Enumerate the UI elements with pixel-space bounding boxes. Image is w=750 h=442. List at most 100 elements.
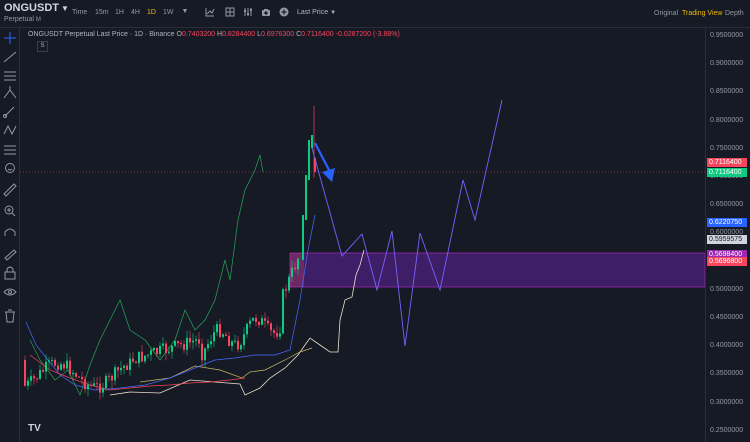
candle-body: [174, 340, 176, 346]
candle-body: [237, 340, 239, 350]
price-marker-label: 0.7116400: [707, 158, 747, 167]
candle-body: [207, 344, 209, 349]
candle-body: [24, 360, 26, 386]
candle-body: [285, 289, 287, 291]
candle-body: [129, 358, 131, 370]
candle-body: [246, 323, 248, 335]
candle-body: [69, 360, 71, 375]
candle-body: [294, 267, 296, 270]
candle-body: [132, 358, 134, 362]
demand-zone[interactable]: [289, 252, 706, 288]
candle-body: [126, 365, 128, 370]
span-b-line: [29, 354, 246, 391]
candle-body: [57, 365, 59, 370]
candle-body: [102, 388, 104, 393]
candle-body: [111, 375, 113, 381]
projection-path[interactable]: [311, 99, 503, 347]
candle-body: [99, 383, 101, 393]
candle-body: [216, 324, 218, 333]
candle-body: [138, 351, 140, 364]
candlestick-series: [24, 106, 316, 400]
candle-body: [117, 367, 119, 371]
candle-body: [222, 334, 224, 337]
candle-body: [249, 320, 251, 324]
candle-body: [195, 339, 197, 341]
tradingview-logo: TV: [28, 423, 41, 434]
candle-body: [186, 337, 188, 350]
candle-body: [78, 376, 80, 378]
candle-body: [27, 380, 29, 386]
candle-body: [42, 369, 44, 372]
candle-body: [114, 367, 116, 381]
candle-body: [36, 378, 38, 380]
candle-body: [63, 364, 65, 369]
candle-body: [153, 348, 155, 351]
candle-body: [108, 375, 110, 377]
price-tick-label: 0.2500000: [710, 426, 744, 434]
candle-body: [30, 376, 32, 381]
candle-body: [192, 340, 194, 343]
candle-body: [243, 334, 245, 346]
candle-body: [72, 373, 74, 375]
price-tick-label: 0.3000000: [710, 398, 744, 406]
price-chart[interactable]: [0, 0, 750, 442]
candle-body: [234, 340, 236, 342]
candle-body: [144, 355, 146, 362]
candle-body: [291, 267, 293, 277]
down-arrow-annotation[interactable]: [314, 142, 335, 182]
candle-body: [311, 135, 313, 148]
candle-body: [177, 340, 179, 344]
price-marker-label: 0.6220750: [707, 218, 747, 227]
price-tick-label: 0.8000000: [710, 116, 744, 124]
candle-body: [308, 140, 310, 180]
candle-body: [305, 175, 307, 220]
candle-body: [210, 341, 212, 345]
candle-body: [264, 318, 266, 321]
candle-body: [180, 343, 182, 345]
price-marker-label: 0.5696800: [707, 257, 747, 266]
price-tick-label: 0.8500000: [710, 88, 744, 96]
candle-body: [60, 364, 62, 370]
candle-body: [156, 348, 158, 354]
price-marker-label: 0.7116400: [707, 168, 747, 177]
candle-body: [51, 359, 53, 361]
candle-body: [165, 343, 167, 353]
candle-body: [198, 339, 200, 344]
candle-body: [159, 345, 161, 354]
candle-body: [141, 351, 143, 362]
price-tick-label: 0.7500000: [710, 144, 744, 152]
candle-body: [267, 320, 269, 324]
candle-body: [168, 351, 170, 353]
candle-body: [282, 289, 284, 334]
candle-body: [93, 383, 95, 386]
candle-body: [90, 384, 92, 386]
candle-body: [123, 365, 125, 368]
candle-body: [297, 258, 299, 270]
candle-body: [228, 335, 230, 346]
price-tick-label: 0.4500000: [710, 314, 744, 321]
candle-body: [201, 343, 203, 361]
price-tick-label: 0.5000000: [710, 285, 744, 293]
candle-body: [135, 361, 137, 364]
candle-body: [288, 276, 290, 291]
candle-body: [105, 375, 107, 389]
candle-body: [258, 321, 260, 325]
candle-body: [39, 369, 41, 379]
candle-body: [213, 332, 215, 342]
candle-body: [33, 376, 35, 379]
candle-body: [120, 367, 122, 371]
candle-body: [75, 373, 77, 377]
candle-body: [276, 332, 278, 337]
candle-body: [48, 360, 50, 362]
candle-body: [45, 361, 47, 372]
candle-body: [261, 318, 263, 325]
candle-body: [231, 341, 233, 346]
candle-body: [270, 323, 272, 331]
candle-body: [84, 379, 86, 390]
candle-body: [255, 317, 257, 322]
candle-body: [204, 348, 206, 361]
candle-body: [66, 360, 68, 369]
candle-body: [279, 333, 281, 337]
candle-body: [87, 384, 89, 390]
candle-body: [54, 359, 56, 366]
